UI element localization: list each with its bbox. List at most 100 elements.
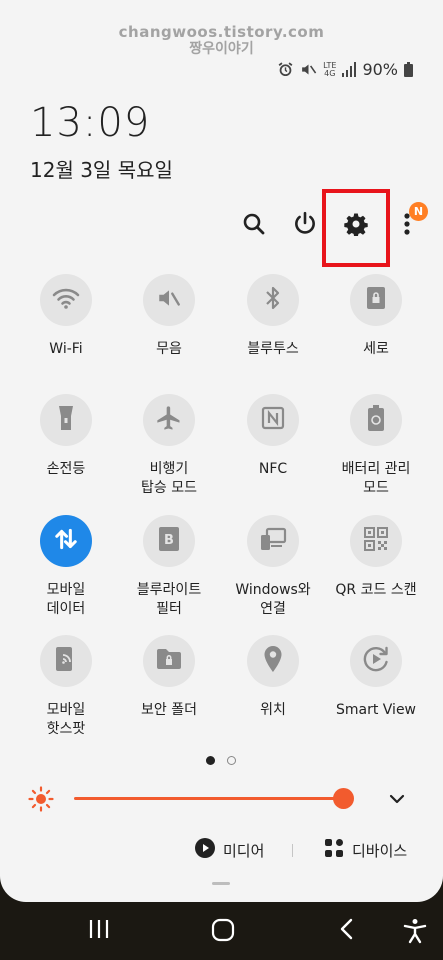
media-devices-row: 미디어 디바이스 <box>0 838 443 864</box>
tile-bluetooth-button[interactable] <box>247 274 299 326</box>
signal-icon <box>342 62 357 77</box>
tile-label: 위치 <box>260 702 286 718</box>
play-circle-icon <box>195 838 215 862</box>
tile-hotspot[interactable]: 모바일 핫스팟 <box>11 635 121 739</box>
hotspot-icon <box>55 646 77 676</box>
tile-label: Smart View <box>335 702 417 718</box>
chevron-down-icon[interactable] <box>388 790 406 812</box>
page-indicator <box>206 756 236 765</box>
more-vert-icon <box>404 213 410 239</box>
tile-airplane[interactable]: 비행기 탑승 모드 <box>114 394 224 498</box>
tile-blue-light-button[interactable]: B <box>143 515 195 567</box>
tile-label: Wi-Fi <box>49 341 83 357</box>
sun-icon <box>28 786 54 816</box>
tile-label: 세로 <box>363 341 389 357</box>
tile-flashlight-button[interactable] <box>40 394 92 446</box>
tile-portrait[interactable]: 세로 <box>321 274 431 359</box>
mute-icon <box>156 285 182 315</box>
tile-label: 배터리 관리 모드 <box>341 461 411 496</box>
blue-light-icon: B <box>158 526 180 556</box>
recent-apps-icon <box>89 920 109 938</box>
panel-drag-handle[interactable] <box>212 882 230 885</box>
tile-label: NFC <box>258 461 288 477</box>
watermark-title: 짱우이야기 <box>189 41 254 57</box>
brightness-row <box>28 786 418 812</box>
secure-folder-icon <box>156 648 182 674</box>
tile-secure-folder-button[interactable] <box>143 635 195 687</box>
tile-hotspot-button[interactable] <box>40 635 92 687</box>
tile-location-button[interactable] <box>247 635 299 687</box>
tile-link-windows-button[interactable] <box>247 515 299 567</box>
tile-qr-scan[interactable]: QR 코드 스캔 <box>321 515 431 600</box>
power-button[interactable] <box>287 208 323 244</box>
tile-nfc[interactable]: NFC <box>218 394 328 479</box>
battery-saver-icon <box>367 405 385 435</box>
tile-wifi-button[interactable] <box>40 274 92 326</box>
tile-label: 블루라이트 필터 <box>136 582 202 617</box>
accessibility-icon <box>403 919 427 944</box>
flashlight-icon <box>55 404 77 436</box>
tile-smart-view-button[interactable] <box>350 635 402 687</box>
tile-flashlight[interactable]: 손전등 <box>11 394 121 479</box>
tile-mobile-data[interactable]: 모바일 데이터 <box>11 515 121 619</box>
tile-qr-scan-button[interactable] <box>350 515 402 567</box>
brightness-slider-thumb[interactable] <box>333 788 355 809</box>
back-icon <box>340 918 353 940</box>
mobile-data-icon <box>53 526 79 556</box>
tile-label: Windows와 연결 <box>235 582 311 617</box>
page-dot-active[interactable] <box>206 756 215 765</box>
tile-smart-view[interactable]: Smart View <box>321 635 431 720</box>
tile-label: 손전등 <box>46 461 86 477</box>
notification-badge: N <box>409 202 428 221</box>
portrait-lock-icon <box>366 286 386 314</box>
recent-apps-button[interactable] <box>88 918 110 944</box>
search-button[interactable] <box>236 208 272 244</box>
page-dot[interactable] <box>227 756 236 765</box>
brightness-slider-track[interactable] <box>74 797 344 800</box>
watermark-url: changwoos.tistory.com <box>118 23 325 41</box>
wifi-icon <box>52 286 80 314</box>
battery-percentage: 90% <box>362 60 398 79</box>
tile-wifi[interactable]: Wi-Fi <box>11 274 121 359</box>
devices-label: 디바이스 <box>352 841 408 860</box>
home-button[interactable] <box>211 918 235 946</box>
power-icon <box>292 211 318 241</box>
alarm-icon <box>277 61 294 78</box>
lte-indicator: LTE 4G <box>323 61 336 78</box>
tile-label: 비행기 탑승 모드 <box>141 461 197 496</box>
nfc-icon <box>261 406 285 434</box>
tile-mute-button[interactable] <box>143 274 195 326</box>
link-to-windows-icon <box>259 527 287 555</box>
media-divider <box>292 844 293 857</box>
clock-date[interactable]: 12월 3일 목요일 <box>30 154 173 183</box>
tile-location[interactable]: 위치 <box>218 635 328 720</box>
home-icon <box>211 918 235 942</box>
media-button[interactable]: 미디어 <box>195 838 264 862</box>
tile-battery-saver[interactable]: 배터리 관리 모드 <box>321 394 431 498</box>
qr-code-icon <box>363 526 389 556</box>
watermark: changwoos.tistory.com 짱우이야기 <box>0 24 443 58</box>
tile-label: 무음 <box>156 341 182 357</box>
tile-mobile-data-button[interactable] <box>40 515 92 567</box>
tile-portrait-button[interactable] <box>350 274 402 326</box>
navigation-bar <box>0 902 443 960</box>
clock-time[interactable]: 13:09 <box>30 100 150 146</box>
network-sub: 4G <box>324 68 336 78</box>
tile-battery-saver-button[interactable] <box>350 394 402 446</box>
tile-airplane-button[interactable] <box>143 394 195 446</box>
tile-link-windows[interactable]: Windows와 연결 <box>218 515 328 619</box>
tile-nfc-button[interactable] <box>247 394 299 446</box>
bluetooth-icon <box>264 285 282 315</box>
search-icon <box>242 212 266 240</box>
tile-blue-light[interactable]: B 블루라이트 필터 <box>114 515 224 619</box>
tile-bluetooth[interactable]: 블루투스 <box>218 274 328 359</box>
tile-label: 모바일 핫스팟 <box>46 702 86 737</box>
back-button[interactable] <box>337 918 357 944</box>
settings-highlight-box <box>322 189 390 267</box>
devices-button[interactable]: 디바이스 <box>324 838 407 862</box>
devices-icon <box>324 838 344 862</box>
tile-mute[interactable]: 무음 <box>114 274 224 359</box>
accessibility-button[interactable] <box>403 918 427 948</box>
location-icon <box>263 645 283 677</box>
tile-secure-folder[interactable]: 보안 폴더 <box>114 635 224 720</box>
